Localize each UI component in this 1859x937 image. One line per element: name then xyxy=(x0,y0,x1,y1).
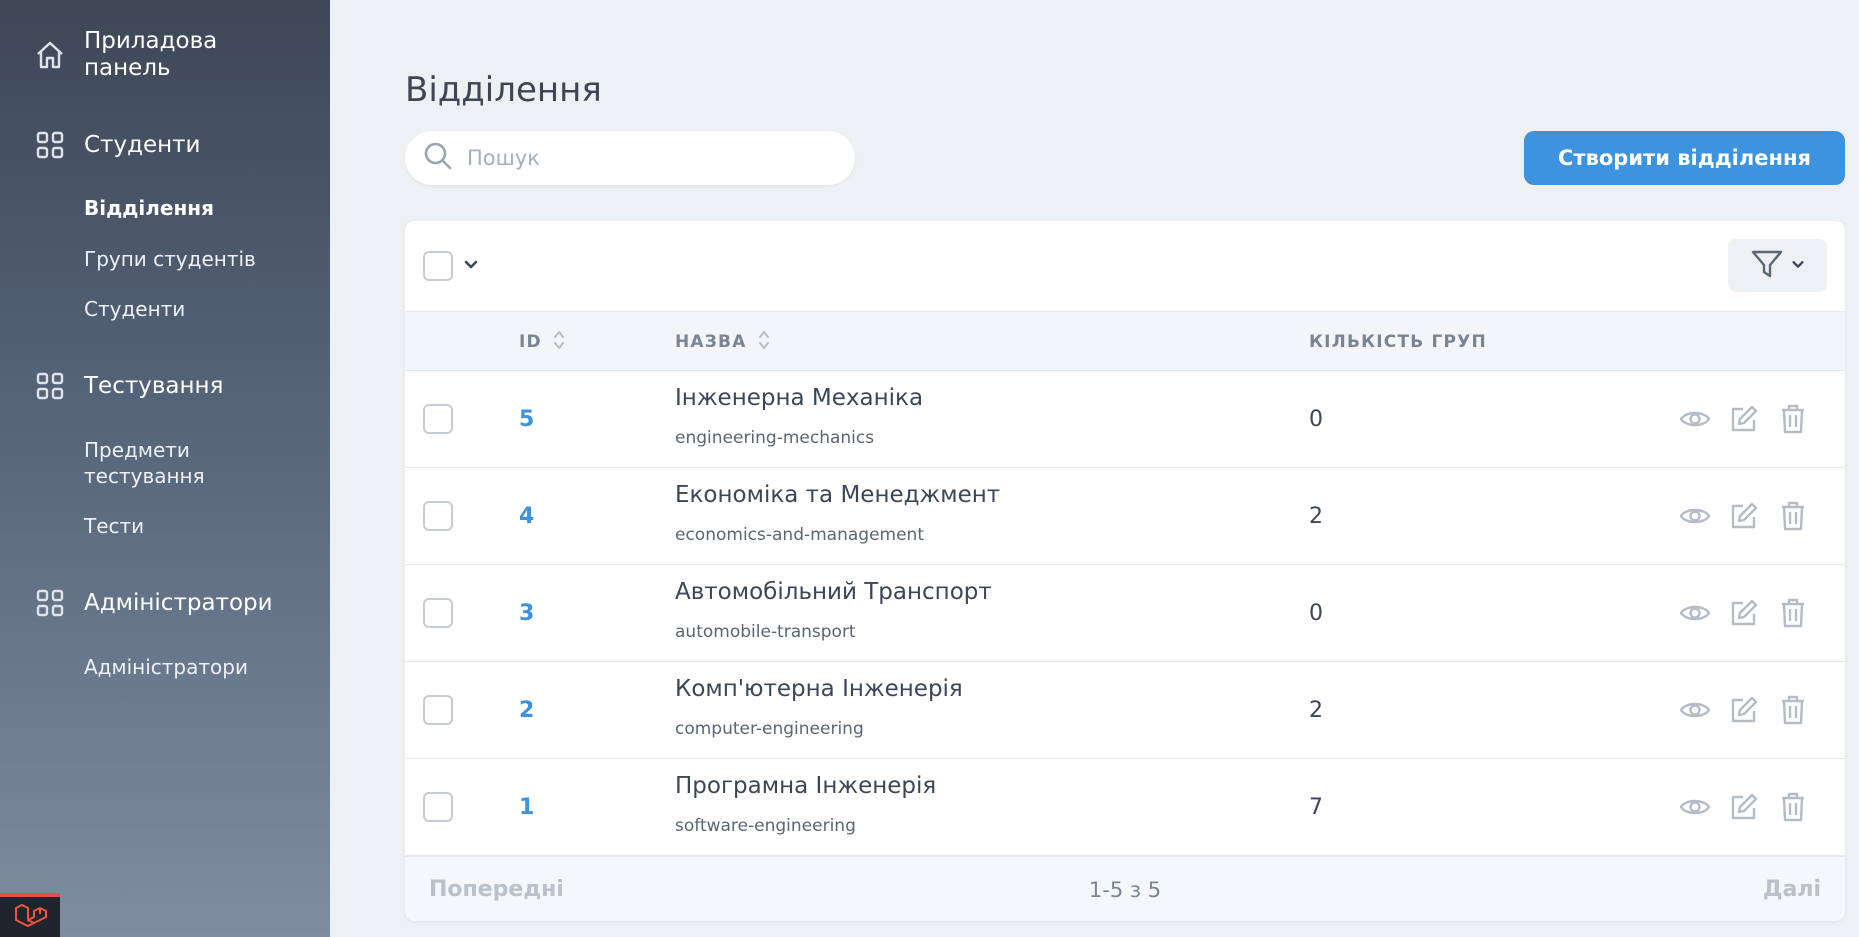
pagination-next-button[interactable]: Далі xyxy=(1763,857,1821,921)
select-all-checkbox[interactable] xyxy=(423,251,453,281)
view-eye-icon[interactable] xyxy=(1679,400,1711,438)
edit-icon[interactable] xyxy=(1728,594,1760,632)
chevron-down-icon xyxy=(1790,256,1806,276)
column-header-label: ID xyxy=(519,332,542,352)
row-slug: computer-engineering xyxy=(675,719,864,739)
row-checkbox[interactable] xyxy=(423,598,453,628)
sidebar-item-test-subjects[interactable]: Предмети тестування xyxy=(84,437,264,489)
sidebar-section-label: Тестування xyxy=(84,372,224,399)
row-groups-count: 2 xyxy=(1309,698,1323,723)
row-groups-count: 0 xyxy=(1309,407,1323,432)
table-row: 4 Економіка та Менеджмент economics-and-… xyxy=(405,468,1845,565)
row-name: Автомобільний Транспорт xyxy=(675,579,992,605)
row-name: Програмна Інженерія xyxy=(675,773,937,799)
row-checkbox[interactable] xyxy=(423,792,453,822)
filter-button[interactable] xyxy=(1728,239,1827,292)
delete-trash-icon[interactable] xyxy=(1777,594,1809,632)
column-header-groups-count: КІЛЬКІСТЬ ГРУП xyxy=(1309,312,1487,372)
sidebar-item-admins[interactable]: Адміністратори xyxy=(84,654,248,680)
row-id-link[interactable]: 1 xyxy=(519,759,534,856)
delete-trash-icon[interactable] xyxy=(1777,400,1809,438)
sidebar-item-students[interactable]: Студенти xyxy=(84,296,185,322)
row-id-link[interactable]: 2 xyxy=(519,662,534,759)
row-id-link[interactable]: 4 xyxy=(519,468,534,565)
row-actions xyxy=(1679,788,1809,826)
create-department-button[interactable]: Створити відділення xyxy=(1524,131,1845,185)
departments-table-card: ID НАЗВА КІЛЬКІСТЬ ГРУП 5 Інженерна Меха… xyxy=(405,221,1845,921)
row-actions xyxy=(1679,497,1809,535)
column-header-label: КІЛЬКІСТЬ ГРУП xyxy=(1309,332,1487,352)
sidebar-item-dashboard[interactable]: Приладова панель xyxy=(34,28,284,82)
edit-icon[interactable] xyxy=(1728,400,1760,438)
row-actions xyxy=(1679,594,1809,632)
row-id-link[interactable]: 5 xyxy=(519,371,534,468)
delete-trash-icon[interactable] xyxy=(1777,691,1809,729)
row-actions xyxy=(1679,691,1809,729)
row-slug: economics-and-management xyxy=(675,525,924,545)
table-row: 5 Інженерна Механіка engineering-mechani… xyxy=(405,371,1845,468)
row-name: Комп'ютерна Інженерія xyxy=(675,676,963,702)
table-toolbar xyxy=(405,221,1845,311)
sidebar-item-student-groups[interactable]: Групи студентів xyxy=(84,246,256,272)
home-icon xyxy=(34,39,66,71)
edit-icon[interactable] xyxy=(1728,691,1760,729)
row-name: Економіка та Менеджмент xyxy=(675,482,1001,508)
view-eye-icon[interactable] xyxy=(1679,497,1711,535)
delete-trash-icon[interactable] xyxy=(1777,497,1809,535)
table-header: ID НАЗВА КІЛЬКІСТЬ ГРУП xyxy=(405,311,1845,371)
row-name: Інженерна Механіка xyxy=(675,385,924,411)
table-row: 2 Комп'ютерна Інженерія computer-enginee… xyxy=(405,662,1845,759)
row-groups-count: 2 xyxy=(1309,504,1323,529)
row-slug: engineering-mechanics xyxy=(675,428,875,448)
sidebar-section-label: Студенти xyxy=(84,131,201,158)
sidebar-item-departments[interactable]: Відділення xyxy=(84,195,214,221)
row-checkbox[interactable] xyxy=(423,404,453,434)
edit-icon[interactable] xyxy=(1728,497,1760,535)
grid-icon xyxy=(34,370,66,402)
sidebar-section-students[interactable]: Студенти xyxy=(34,129,201,161)
column-header-label: НАЗВА xyxy=(675,332,747,352)
sidebar-item-tests[interactable]: Тести xyxy=(84,513,144,539)
row-slug: automobile-transport xyxy=(675,622,856,642)
view-eye-icon[interactable] xyxy=(1679,594,1711,632)
sidebar: Приладова панель Студенти Відділення Гру… xyxy=(0,0,330,937)
grid-icon xyxy=(34,129,66,161)
filter-icon xyxy=(1750,247,1784,285)
row-groups-count: 7 xyxy=(1309,795,1323,820)
pagination-prev-button[interactable]: Попередні xyxy=(429,857,564,921)
edit-icon[interactable] xyxy=(1728,788,1760,826)
view-eye-icon[interactable] xyxy=(1679,691,1711,729)
row-actions xyxy=(1679,400,1809,438)
page-title: Відділення xyxy=(405,70,602,110)
search-icon xyxy=(423,141,453,175)
row-id-link[interactable]: 3 xyxy=(519,565,534,662)
sidebar-section-admins[interactable]: Адміністратори xyxy=(34,587,273,619)
table-row: 3 Автомобільний Транспорт automobile-tra… xyxy=(405,565,1845,662)
pagination: Попередні 1-5 з 5 Далі xyxy=(405,856,1845,921)
chevron-down-icon[interactable] xyxy=(462,255,480,277)
search-box[interactable] xyxy=(405,131,855,185)
search-input[interactable] xyxy=(467,146,827,170)
laravel-logo xyxy=(0,893,60,937)
sort-icon xyxy=(757,328,771,357)
row-groups-count: 0 xyxy=(1309,601,1323,626)
column-header-name[interactable]: НАЗВА xyxy=(675,312,771,372)
delete-trash-icon[interactable] xyxy=(1777,788,1809,826)
sort-icon xyxy=(552,328,566,357)
table-row: 1 Програмна Інженерія software-engineeri… xyxy=(405,759,1845,856)
row-slug: software-engineering xyxy=(675,816,856,836)
view-eye-icon[interactable] xyxy=(1679,788,1711,826)
sidebar-item-label: Приладова панель xyxy=(84,28,218,81)
column-header-id[interactable]: ID xyxy=(519,312,566,372)
grid-icon xyxy=(34,587,66,619)
row-checkbox[interactable] xyxy=(423,501,453,531)
pagination-info: 1-5 з 5 xyxy=(1088,877,1162,902)
row-checkbox[interactable] xyxy=(423,695,453,725)
sidebar-section-testing[interactable]: Тестування xyxy=(34,370,223,402)
sidebar-section-label: Адміністратори xyxy=(84,589,273,616)
